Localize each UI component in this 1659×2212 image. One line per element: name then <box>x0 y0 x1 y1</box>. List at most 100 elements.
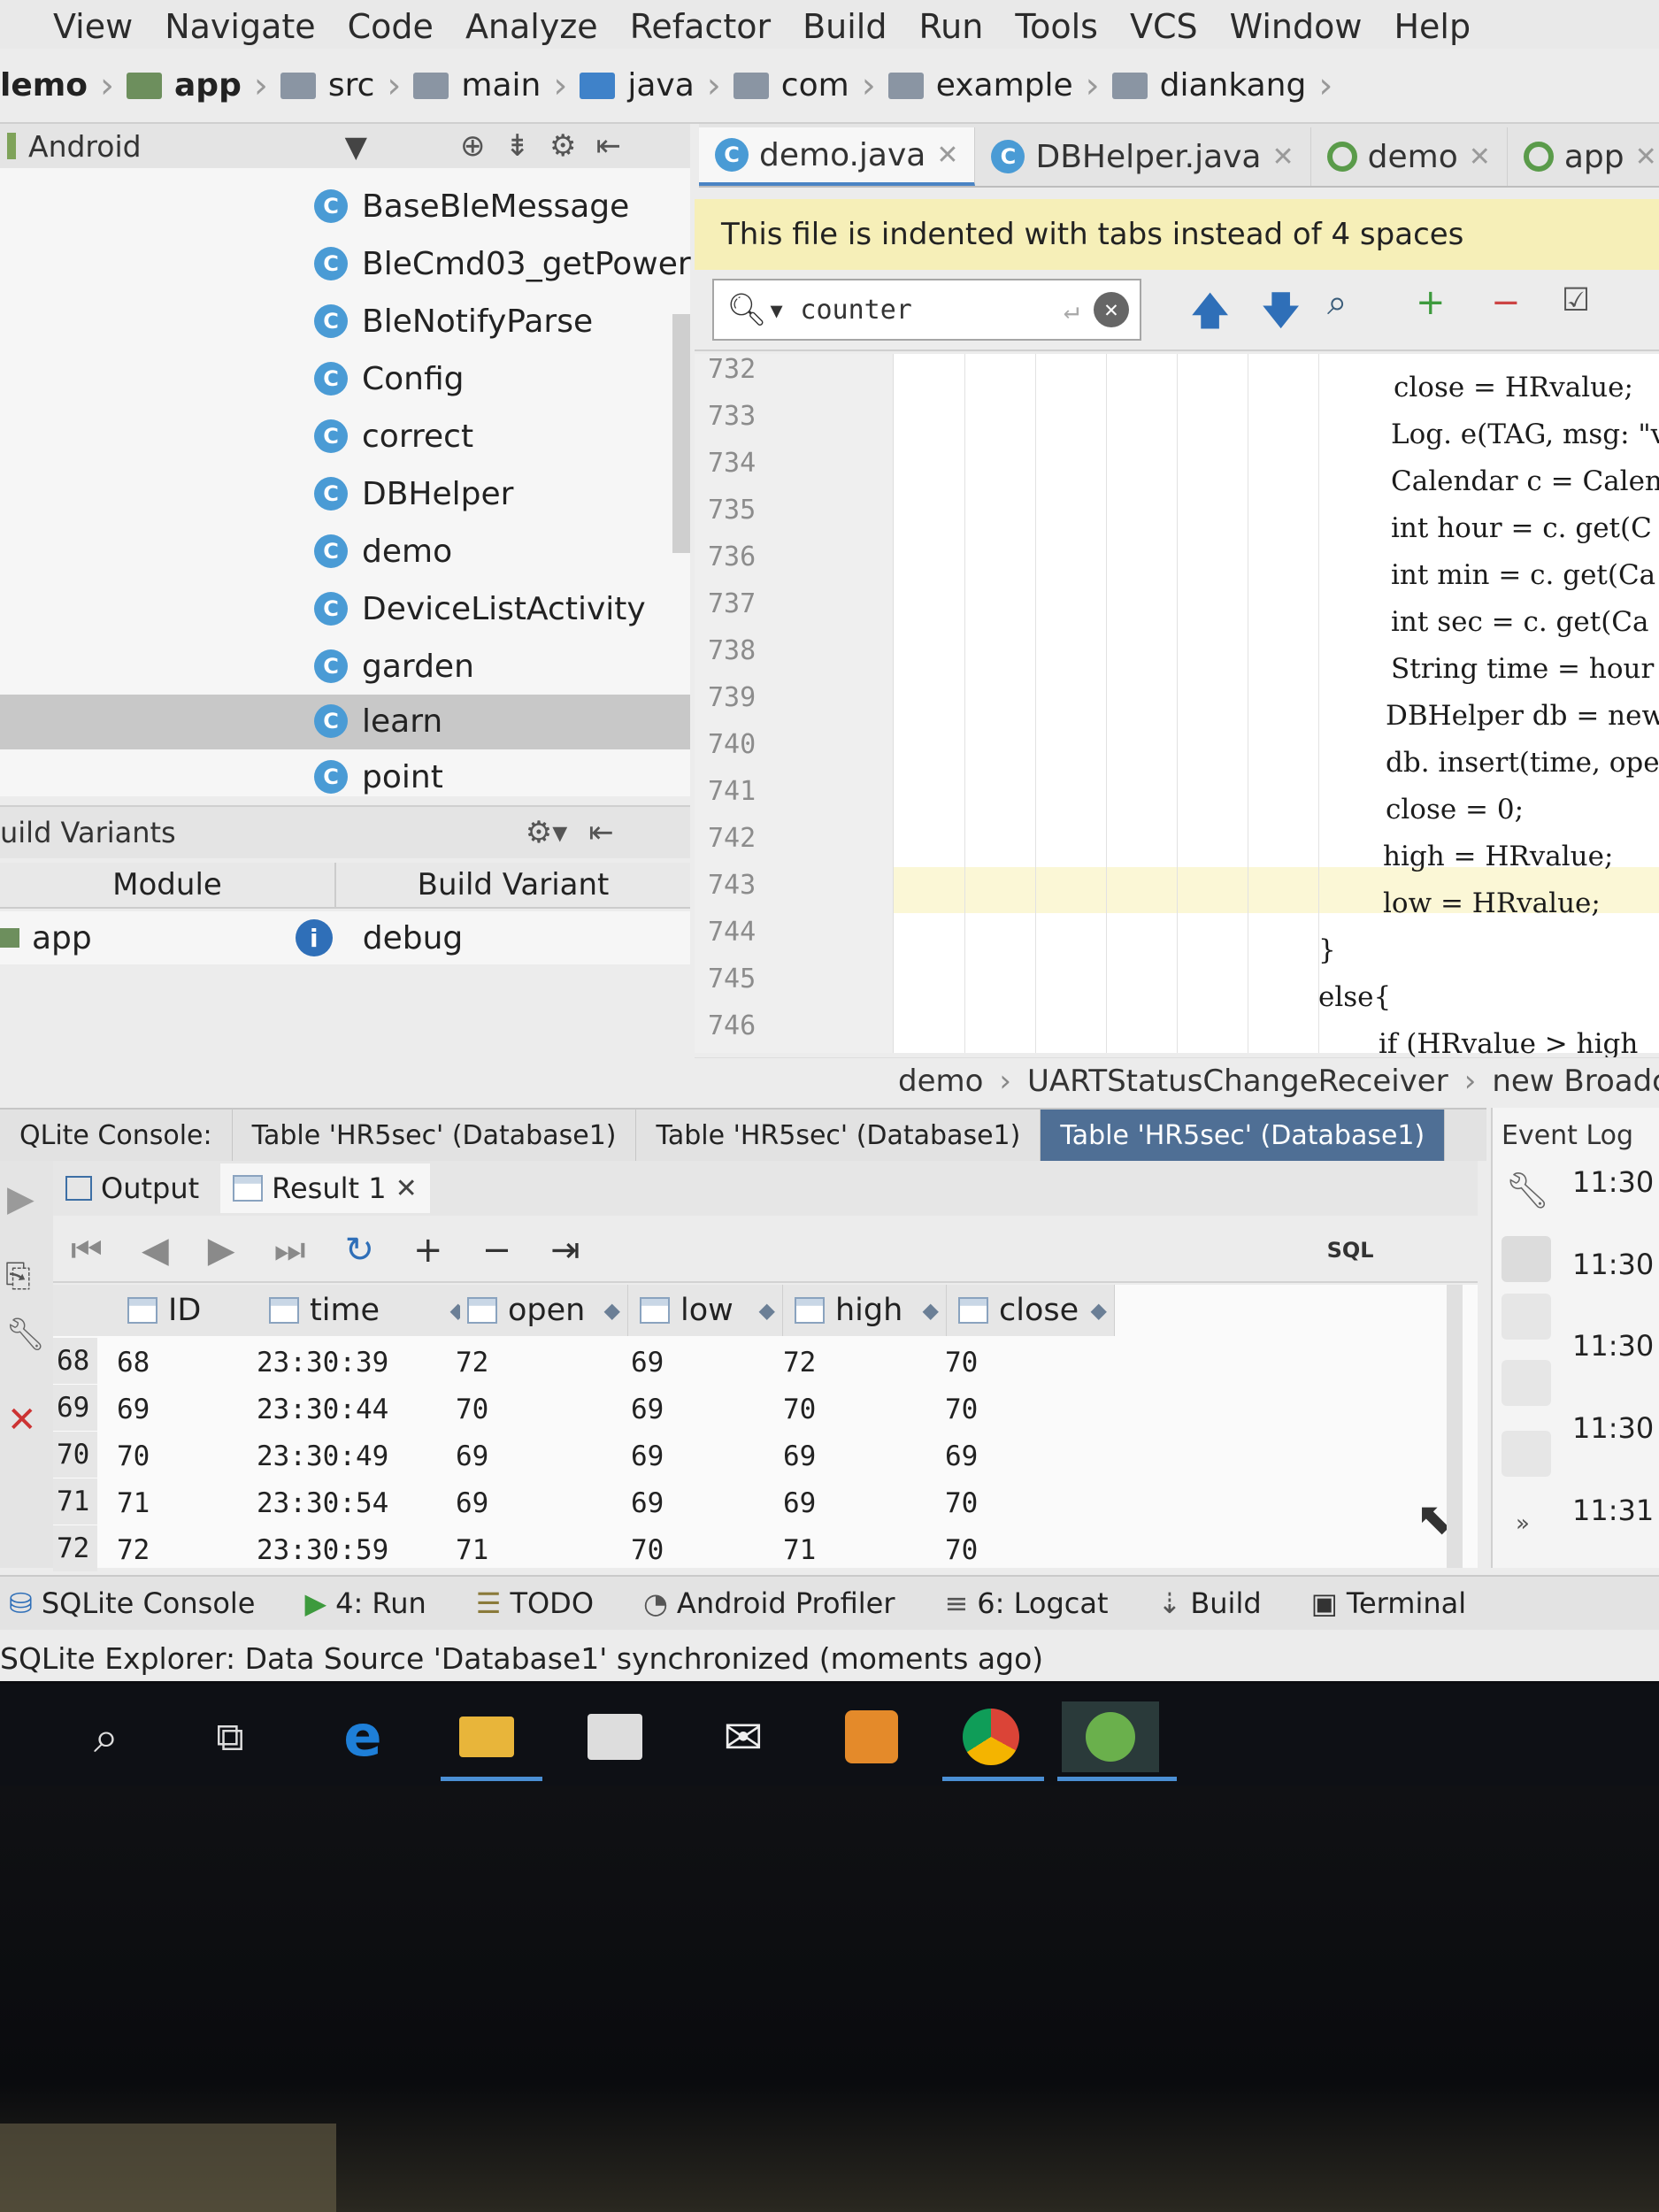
tree-item[interactable]: C BaseBleMessage <box>314 181 629 231</box>
tree-item[interactable]: Cgarden <box>314 641 474 691</box>
tree-item[interactable]: C DeviceListActivity <box>314 584 646 634</box>
crumb-app[interactable]: app <box>127 67 242 104</box>
grid-scrollbar[interactable] <box>1447 1285 1463 1568</box>
menu-vcs[interactable]: VCS <box>1130 7 1198 46</box>
cell-high[interactable]: 72 <box>783 1347 816 1379</box>
code-editor[interactable]: close = HRvalue; Log. e(TAG, msg: "v Cal… <box>894 354 1659 1060</box>
crumb-main[interactable]: main <box>413 67 541 104</box>
crumb-src[interactable]: src <box>280 67 374 104</box>
tree-item-selected[interactable]: Cdemo <box>314 526 452 576</box>
info-icon[interactable]: i <box>295 919 333 956</box>
close-icon[interactable]: ✕ <box>396 1173 418 1204</box>
cell-close[interactable]: 69 <box>945 1440 978 1472</box>
cell-open[interactable]: 69 <box>456 1440 488 1472</box>
last-page-icon[interactable]: ⏭ <box>274 1230 306 1271</box>
cell-id[interactable]: 70 <box>117 1440 150 1472</box>
cell-id[interactable]: 71 <box>117 1487 150 1519</box>
tab-demo-java[interactable]: Cdemo.java ✕ <box>699 127 976 186</box>
tab-table-hr5sec[interactable]: Table 'HR5sec' (Database1) <box>636 1110 1041 1161</box>
tree-item[interactable]: C DBHelper <box>314 469 513 518</box>
column-header-close[interactable]: close ◆ <box>951 1285 1115 1336</box>
menu-build[interactable]: Build <box>803 7 887 46</box>
wrench-icon[interactable]: 🔧︎ <box>1505 1170 1550 1211</box>
variant-value[interactable]: debug <box>363 920 464 956</box>
search-icon[interactable]: 🔍︎▾ <box>726 291 786 328</box>
menu-code[interactable]: Code <box>348 7 434 46</box>
edge-icon[interactable]: e <box>327 1701 398 1772</box>
settings-icon[interactable] <box>1502 1294 1551 1340</box>
tree-item[interactable]: Clearn <box>314 696 442 746</box>
cell-high[interactable]: 69 <box>783 1487 816 1519</box>
column-header-low[interactable]: low ◆ <box>633 1285 783 1336</box>
cell-id[interactable]: 72 <box>117 1534 150 1566</box>
cell-low[interactable]: 69 <box>631 1487 664 1519</box>
cell-open[interactable]: 69 <box>456 1487 488 1519</box>
sublime-text-icon[interactable] <box>836 1701 907 1772</box>
close-icon[interactable]: ✕ <box>936 140 958 171</box>
previous-page-icon[interactable]: ◀ <box>142 1230 169 1271</box>
cell-time[interactable]: 23:30:44 <box>257 1394 388 1425</box>
select-all-occurrences-icon[interactable]: ☑ <box>1562 282 1590 319</box>
tab-result-1[interactable]: Result 1 ✕ <box>220 1164 430 1213</box>
task-view-icon[interactable]: ⧉ <box>195 1701 265 1772</box>
tab-demo[interactable]: demo ✕ <box>1311 127 1508 186</box>
tree-item[interactable]: Ccorrect <box>314 411 473 461</box>
column-build-variant[interactable]: Build Variant <box>336 863 690 907</box>
terminal-button[interactable]: ▣ Terminal <box>1311 1586 1466 1620</box>
sort-icon[interactable]: ◆ <box>759 1298 775 1323</box>
search-icon[interactable]: ⌕ <box>71 1701 142 1772</box>
menu-run[interactable]: Run <box>918 7 983 46</box>
delete-row-icon[interactable]: − <box>482 1230 512 1271</box>
next-page-icon[interactable]: ▶ <box>208 1230 235 1271</box>
close-icon[interactable]: ✕ <box>1272 142 1294 173</box>
export-icon[interactable]: ⎘ <box>5 1258 31 1295</box>
clear-icon[interactable]: ✕ <box>1094 292 1129 327</box>
cell-low[interactable]: 70 <box>631 1534 664 1566</box>
tab-dbhelper-java[interactable]: C DBHelper.java ✕ <box>975 127 1311 186</box>
cell-close[interactable]: 70 <box>945 1487 978 1519</box>
crumb-java[interactable]: java <box>580 67 695 104</box>
run-button[interactable]: ▶ 4: Run <box>304 1586 426 1620</box>
cell-time[interactable]: 23:30:54 <box>257 1487 388 1519</box>
cell-high[interactable]: 70 <box>783 1394 816 1425</box>
refresh-icon[interactable]: ↻ <box>345 1230 375 1271</box>
add-row-icon[interactable]: + <box>413 1230 443 1271</box>
menu-help[interactable]: Help <box>1394 7 1471 46</box>
dropdown-icon[interactable]: ▼ <box>345 129 367 164</box>
find-all-icon[interactable]: ⌕ <box>1327 282 1347 323</box>
wrench-icon[interactable]: 🔧︎ <box>5 1316 46 1353</box>
column-header-open[interactable]: open ◆ <box>460 1285 628 1336</box>
crumb-diankang[interactable]: diankang <box>1111 67 1306 104</box>
logcat-button[interactable]: ≡ 6: Logcat <box>944 1586 1108 1620</box>
cell-low[interactable]: 69 <box>631 1347 664 1379</box>
menu-navigate[interactable]: Navigate <box>165 7 315 46</box>
crumb-com[interactable]: com <box>733 67 849 104</box>
file-explorer-icon[interactable] <box>451 1701 522 1772</box>
cell-open[interactable]: 71 <box>456 1534 488 1566</box>
cell-time[interactable]: 23:30:59 <box>257 1534 388 1566</box>
gear-icon[interactable]: ⚙▾ <box>526 815 568 850</box>
sort-icon[interactable]: ◆ <box>923 1298 939 1323</box>
cell-high[interactable]: 69 <box>783 1440 816 1472</box>
tree-item[interactable]: C BleCmd03_getPower <box>314 239 691 288</box>
search-field[interactable]: 🔍︎▾ counter ↵ ✕ <box>712 279 1141 341</box>
tab-app[interactable]: app ✕ <box>1508 127 1659 186</box>
build-button[interactable]: ⇣ Build <box>1158 1586 1262 1620</box>
first-page-icon[interactable]: ⏮ <box>71 1230 103 1271</box>
tab-table-hr5sec-active[interactable]: Table 'HR5sec' (Database1) <box>1041 1110 1446 1161</box>
more-icon[interactable]: » <box>1516 1510 1530 1537</box>
crumb-project[interactable]: lemo <box>0 67 88 104</box>
cell-close[interactable]: 70 <box>945 1347 978 1379</box>
tab-output[interactable]: Output <box>53 1164 211 1213</box>
store-icon[interactable] <box>580 1701 650 1772</box>
cell-close[interactable]: 70 <box>945 1394 978 1425</box>
mark-read-icon[interactable] <box>1502 1431 1551 1477</box>
scroll-to-end-icon[interactable] <box>1502 1360 1551 1406</box>
android-studio-icon[interactable] <box>1062 1701 1159 1772</box>
sql-button[interactable]: SQL <box>1327 1238 1374 1263</box>
commit-icon[interactable]: ⇥ <box>550 1230 580 1271</box>
column-header-time[interactable]: time ◆ <box>262 1285 474 1336</box>
menu-refactor[interactable]: Refactor <box>630 7 771 46</box>
cell-id[interactable]: 69 <box>117 1394 150 1425</box>
tree-item[interactable]: C BleNotifyParse <box>314 296 593 346</box>
